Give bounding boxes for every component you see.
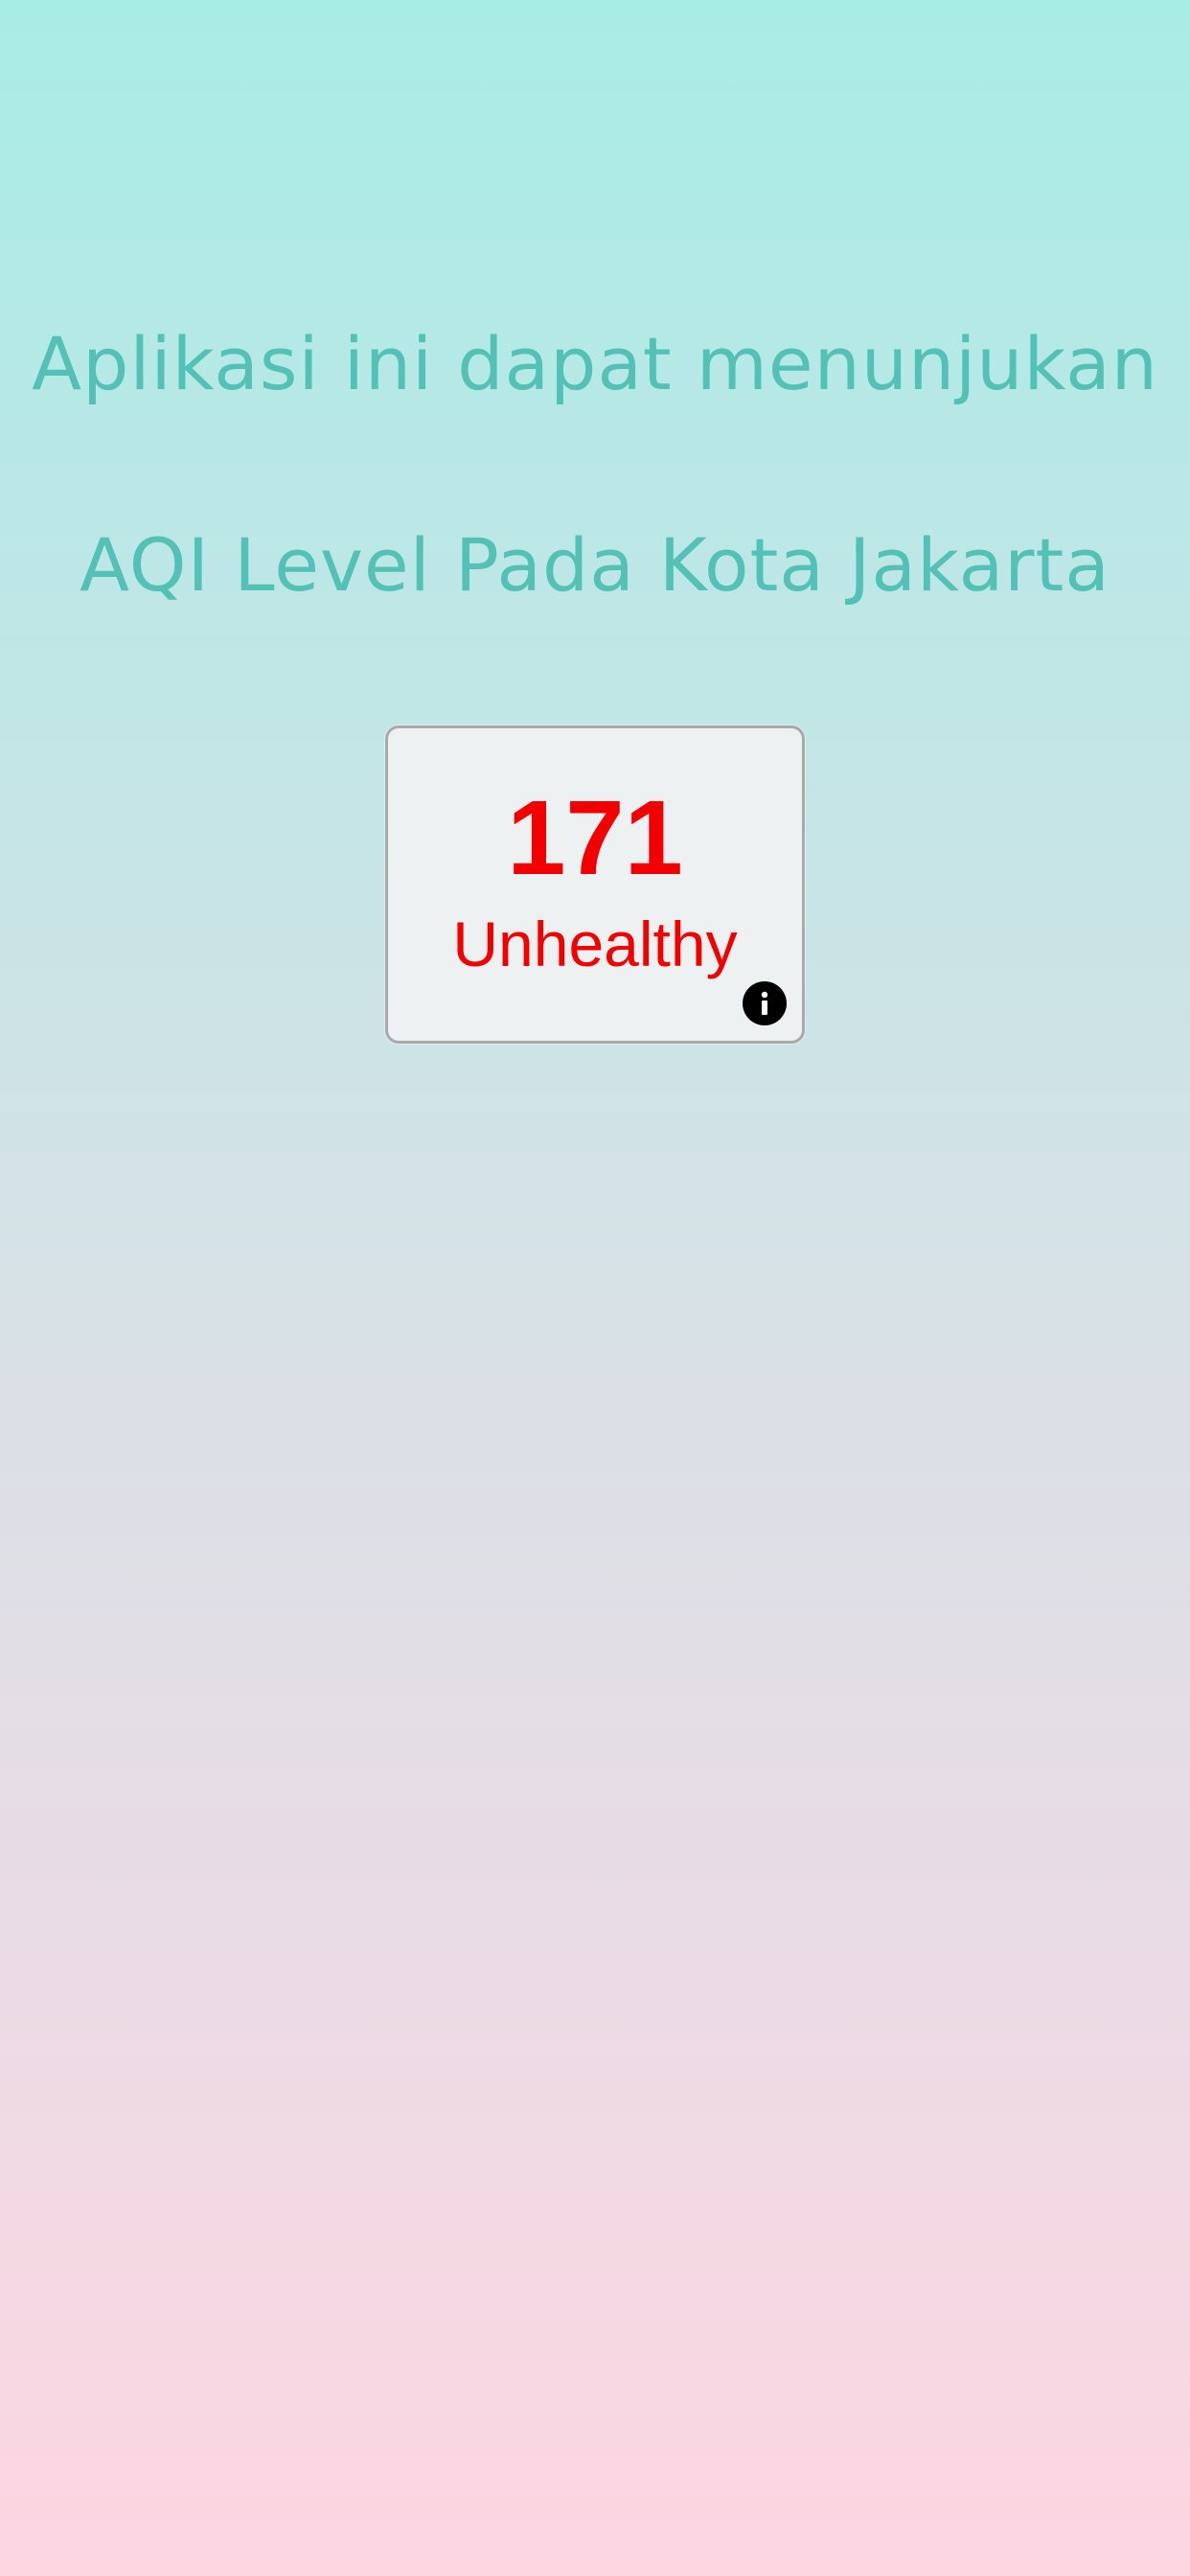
info-button[interactable] [743, 981, 787, 1025]
aqi-status: Unhealthy [452, 908, 738, 979]
aqi-value: 171 [507, 779, 683, 897]
headline-line-2: AQI Level Pada Kota Jakarta [80, 522, 1110, 608]
info-icon [743, 981, 787, 1025]
headline-line-1: Aplikasi ini dapat menunjukan [32, 321, 1158, 406]
aqi-card: 171 Unhealthy [385, 725, 805, 1044]
